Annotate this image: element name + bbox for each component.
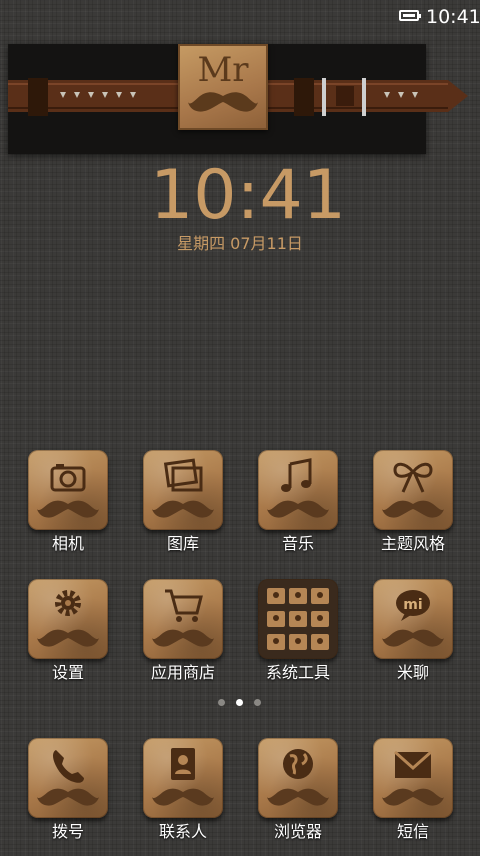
app-music[interactable]: 音乐 — [243, 450, 353, 568]
status-bar: 10:41 — [0, 0, 480, 34]
app-store[interactable]: 应用商店 — [128, 579, 238, 697]
app-icon-tile — [143, 738, 223, 818]
app-label: 图库 — [166, 534, 199, 553]
folder-icon — [267, 588, 329, 650]
app-icon-tile — [258, 450, 338, 530]
app-label: 浏览器 — [273, 822, 322, 841]
app-contacts[interactable]: 联系人 — [128, 738, 238, 856]
mr-tag: Mr — [178, 44, 268, 130]
app-label: 联系人 — [158, 822, 207, 841]
app-label: 设置 — [51, 663, 84, 682]
status-time: 10:41 — [426, 6, 480, 28]
app-miliao[interactable]: mi 米聊 — [358, 579, 468, 697]
shopping-cart-icon — [152, 589, 214, 647]
folder-tile — [258, 579, 338, 659]
app-label: 主题风格 — [380, 534, 445, 553]
app-icon-tile — [258, 738, 338, 818]
envelope-icon — [382, 750, 444, 806]
camera-icon — [37, 464, 99, 518]
app-dialer[interactable]: 拨号 — [13, 738, 123, 856]
clock-date: 星期四 07月11日 — [177, 234, 303, 253]
contacts-icon — [152, 748, 214, 806]
app-icon-tile — [28, 450, 108, 530]
app-label: 米聊 — [396, 663, 429, 682]
svg-text:mi: mi — [403, 597, 422, 613]
app-settings[interactable]: 设置 — [13, 579, 123, 697]
app-icon-tile — [143, 579, 223, 659]
app-folder-tools[interactable]: 系统工具 — [243, 579, 353, 697]
phone-icon — [37, 750, 99, 806]
app-label: 相机 — [51, 534, 84, 553]
app-label: 应用商店 — [150, 663, 215, 682]
chat-bubble-icon: mi — [382, 590, 444, 647]
clock-time: 10:41 — [150, 156, 346, 235]
app-theme[interactable]: 主题风格 — [358, 450, 468, 568]
app-icon-tile — [143, 450, 223, 530]
app-label: 短信 — [396, 822, 429, 841]
app-browser[interactable]: 浏览器 — [243, 738, 353, 856]
app-icon-tile — [28, 738, 108, 818]
app-icon-tile: mi — [373, 579, 453, 659]
mr-belt-widget[interactable]: Mr — [8, 44, 468, 154]
app-label: 音乐 — [281, 534, 314, 553]
battery-icon — [399, 10, 421, 21]
app-gallery[interactable]: 图库 — [128, 450, 238, 568]
app-camera[interactable]: 相机 — [13, 450, 123, 568]
page-dot-active[interactable] — [236, 699, 243, 706]
gallery-icon — [152, 458, 214, 518]
app-icon-tile — [28, 579, 108, 659]
page-indicator — [218, 699, 264, 707]
page-dot[interactable] — [218, 699, 225, 706]
mr-tag-text: Mr — [197, 50, 249, 90]
gear-icon — [37, 590, 99, 647]
app-icon-tile — [373, 738, 453, 818]
app-label: 拨号 — [51, 822, 84, 841]
globe-icon — [267, 749, 329, 806]
app-label: 系统工具 — [265, 663, 330, 682]
page-dot[interactable] — [254, 699, 261, 706]
mustache-icon — [188, 92, 258, 112]
music-note-icon — [267, 458, 329, 518]
app-messages[interactable]: 短信 — [358, 738, 468, 856]
bow-icon — [382, 462, 444, 518]
app-icon-tile — [373, 450, 453, 530]
